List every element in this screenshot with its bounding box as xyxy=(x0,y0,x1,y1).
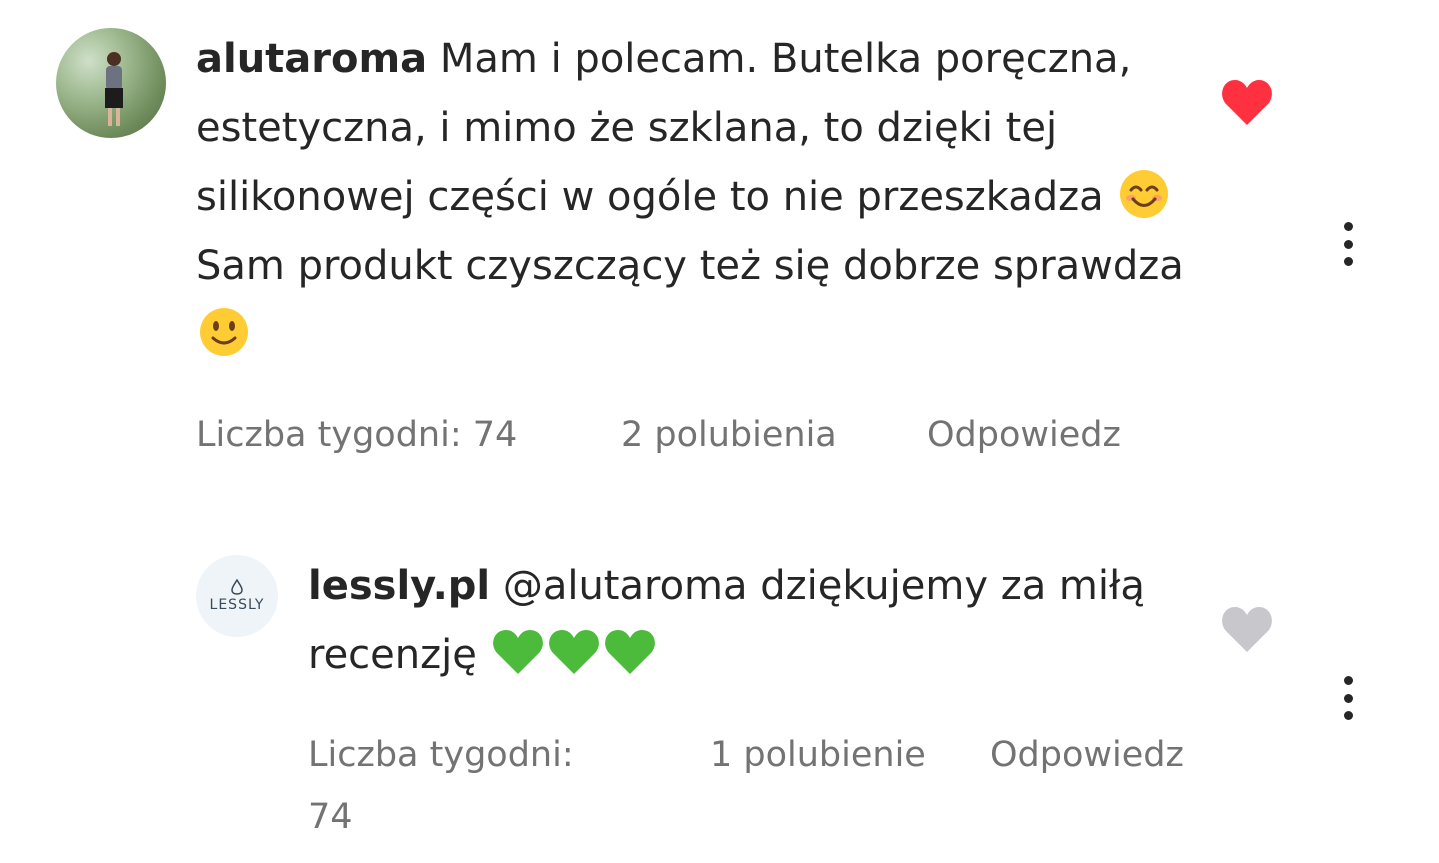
comment-username[interactable]: lessly.pl xyxy=(308,563,490,609)
smiling-face-emoji-icon xyxy=(1120,170,1169,218)
comment-likes-count[interactable]: 2 polubienia xyxy=(621,404,837,466)
person-photo xyxy=(105,52,123,126)
comment-body: alutaroma Mam i polecam. Butelka poręczn… xyxy=(196,25,1196,370)
green-heart-emoji-icon xyxy=(604,630,655,674)
comment-likes-count[interactable]: 1 polubienie xyxy=(710,724,930,786)
green-heart-emoji-icon xyxy=(548,630,599,674)
brand-logo-text: LESSLY xyxy=(209,597,265,613)
avatar[interactable]: LESSLY xyxy=(196,555,278,637)
drop-logo-icon xyxy=(231,579,243,595)
comment-age: Liczba tygodni: 74 xyxy=(196,415,518,455)
slightly-smiling-face-emoji-icon xyxy=(200,308,248,356)
reply-body: lessly.pl @alutaroma dziękujemy za miłą … xyxy=(308,552,1188,690)
comments-screen: alutaroma Mam i polecam. Butelka poręczn… xyxy=(0,0,1439,863)
comment-age: Liczba tygodni: 74 xyxy=(308,735,574,837)
comment-text-continued: Sam produkt czyszczący też się dobrze sp… xyxy=(196,243,1184,289)
comment-username[interactable]: alutaroma xyxy=(196,36,427,82)
like-heart-icon[interactable] xyxy=(1220,604,1274,654)
avatar[interactable] xyxy=(56,28,166,138)
more-options-icon[interactable] xyxy=(1338,676,1358,720)
reply-button[interactable]: Odpowiedz xyxy=(927,404,1121,466)
more-options-icon[interactable] xyxy=(1338,222,1358,266)
like-heart-icon[interactable] xyxy=(1220,77,1274,127)
reply-button[interactable]: Odpowiedz xyxy=(990,724,1195,786)
green-heart-emoji-icon xyxy=(492,630,543,674)
